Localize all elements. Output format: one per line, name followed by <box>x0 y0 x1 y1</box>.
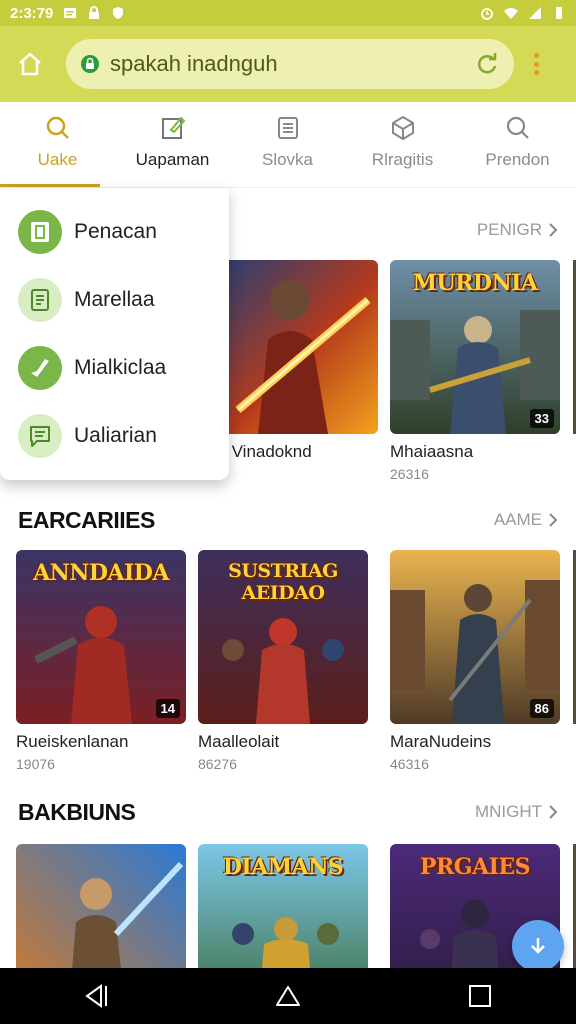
tab-2[interactable]: Slovka <box>230 102 345 187</box>
section-more-label: PENIGR <box>476 220 542 239</box>
book-icon <box>18 210 62 254</box>
game-count: 19076 <box>16 756 55 772</box>
refresh-icon[interactable] <box>474 51 500 77</box>
document-icon <box>18 278 62 322</box>
game-title: Rueiskenlanan <box>16 732 129 751</box>
game-title: Maalleolait <box>198 732 280 751</box>
message-icon <box>64 8 77 18</box>
game-count: 86276 <box>198 756 237 772</box>
game-logo-text: PRGAIES <box>419 854 531 880</box>
check-icon <box>18 346 62 390</box>
search-icon <box>46 116 69 139</box>
chevron-right-icon <box>549 805 558 819</box>
game-badge: 33 <box>529 409 554 428</box>
tab-4[interactable]: Prendon <box>460 102 575 187</box>
wifi-icon <box>504 8 518 19</box>
url-bar[interactable]: spakah inadnguh <box>66 39 514 89</box>
lock-icon <box>89 6 100 19</box>
chat-icon <box>18 414 62 458</box>
recents-button[interactable] <box>450 976 510 1016</box>
battery-icon <box>556 7 562 19</box>
dropdown-item-0[interactable]: Penacan <box>0 198 229 266</box>
game-logo-text: SUSTRIAG AEIDAO <box>228 560 338 604</box>
section-more-link[interactable]: AAME <box>494 510 558 530</box>
game-count: 76 <box>208 466 378 482</box>
back-button[interactable] <box>66 976 126 1016</box>
tab-label: Prendon <box>485 150 550 169</box>
dropdown-item-label: Marellaa <box>74 288 155 311</box>
game-card[interactable]: ANNDAIDA 14 Rueiskenlanan 19076 <box>16 550 186 772</box>
game-card[interactable]: MURDNIA 33 Mhaiaasna 26316 <box>390 260 560 482</box>
section-header: EARCARIIES AAME <box>0 500 576 540</box>
dropdown-item-label: Mialkiclaa <box>74 356 167 379</box>
section-header: BAKBIUNS MNIGHT <box>0 792 576 832</box>
game-logo-text: MURDNIA <box>412 270 538 296</box>
game-card[interactable]: 86 MaraNudeins 46316 <box>390 550 560 772</box>
game-card[interactable]: na Vinadoknd 76 <box>208 260 378 482</box>
game-badge: 86 <box>529 699 554 718</box>
signal-icon <box>529 7 541 19</box>
game-title: MaraNudeins <box>390 732 492 751</box>
tab-0[interactable]: Uake <box>0 102 115 187</box>
tab-label: Slovka <box>261 150 314 169</box>
game-logo-text: DIAMANS <box>222 854 344 880</box>
game-logo-text: ANNDAIDA <box>33 560 169 586</box>
chevron-right-icon <box>549 513 558 527</box>
section-more-link[interactable]: MNIGHT <box>475 802 558 822</box>
dropdown-item-label: Ualiarian <box>74 424 157 447</box>
dropdown-item-2[interactable]: Mialkiclaa <box>0 334 229 402</box>
cube-icon <box>391 116 414 140</box>
back-icon <box>85 984 107 1008</box>
url-text: spakah inadnguh <box>110 51 278 76</box>
game-art-image <box>390 550 560 724</box>
section-title: EARCARIIES <box>18 506 155 533</box>
recents-icon <box>469 985 491 1007</box>
download-icon <box>531 938 545 954</box>
list-icon <box>277 117 298 139</box>
search-icon <box>506 116 529 139</box>
section-more-label: MNIGHT <box>474 802 542 821</box>
game-title: na Vinadoknd <box>208 442 312 461</box>
tab-label: Uapaman <box>135 150 210 169</box>
shield-icon <box>113 7 124 19</box>
game-count: 46316 <box>390 756 429 772</box>
game-thumbnail: MURDNIA 33 <box>390 260 560 434</box>
section-more-label: AAME <box>493 510 542 529</box>
browser-toolbar: spakah inadnguh <box>0 26 576 102</box>
browser-screen: 2:3:79 spakah inadnguh Uake Uapaman Slov… <box>0 0 576 1024</box>
game-count: 26316 <box>390 466 429 482</box>
tab-label: Uake <box>37 150 78 169</box>
alarm-icon <box>481 8 493 20</box>
category-tabs: Uake Uapaman Slovka Rlragitis Prendon <box>0 102 576 188</box>
download-fab-button[interactable] <box>512 920 564 972</box>
dropdown-item-label: Penacan <box>74 220 157 243</box>
tab-1[interactable]: Uapaman <box>115 102 230 187</box>
tab-3[interactable]: Rlragitis <box>345 102 460 187</box>
game-title: Mhaiaasna <box>390 442 474 461</box>
lock-icon <box>81 55 99 73</box>
game-art-image <box>208 260 378 434</box>
section-more-link[interactable]: PENIGR <box>477 220 558 240</box>
status-bar: 2:3:79 <box>0 0 576 26</box>
edit-icon <box>161 116 185 139</box>
dropdown-item-3[interactable]: Ualiarian <box>0 402 229 470</box>
home-icon <box>19 52 41 76</box>
game-thumbnail: 86 <box>390 550 560 724</box>
system-navigation-bar <box>0 968 576 1024</box>
game-card[interactable]: SUSTRIAG AEIDAO Maalleolait 86276 <box>198 550 368 772</box>
home-icon <box>276 986 300 1006</box>
dropdown-menu: Penacan Marellaa Mialkiclaa Ualiarian <box>0 188 229 480</box>
section-title: BAKBIUNS <box>18 798 136 825</box>
game-badge: 14 <box>155 699 180 718</box>
dropdown-item-1[interactable]: Marellaa <box>0 266 229 334</box>
overflow-menu-button[interactable] <box>528 49 544 79</box>
game-thumbnail: ANNDAIDA 14 <box>16 550 186 724</box>
tab-label: Rlragitis <box>371 150 434 169</box>
home-nav-button[interactable] <box>258 976 318 1016</box>
chevron-right-icon <box>549 223 558 237</box>
game-thumbnail <box>208 260 378 434</box>
home-button[interactable] <box>12 46 48 82</box>
status-time: 2:3:79 <box>10 4 54 22</box>
game-thumbnail: SUSTRIAG AEIDAO <box>198 550 368 724</box>
